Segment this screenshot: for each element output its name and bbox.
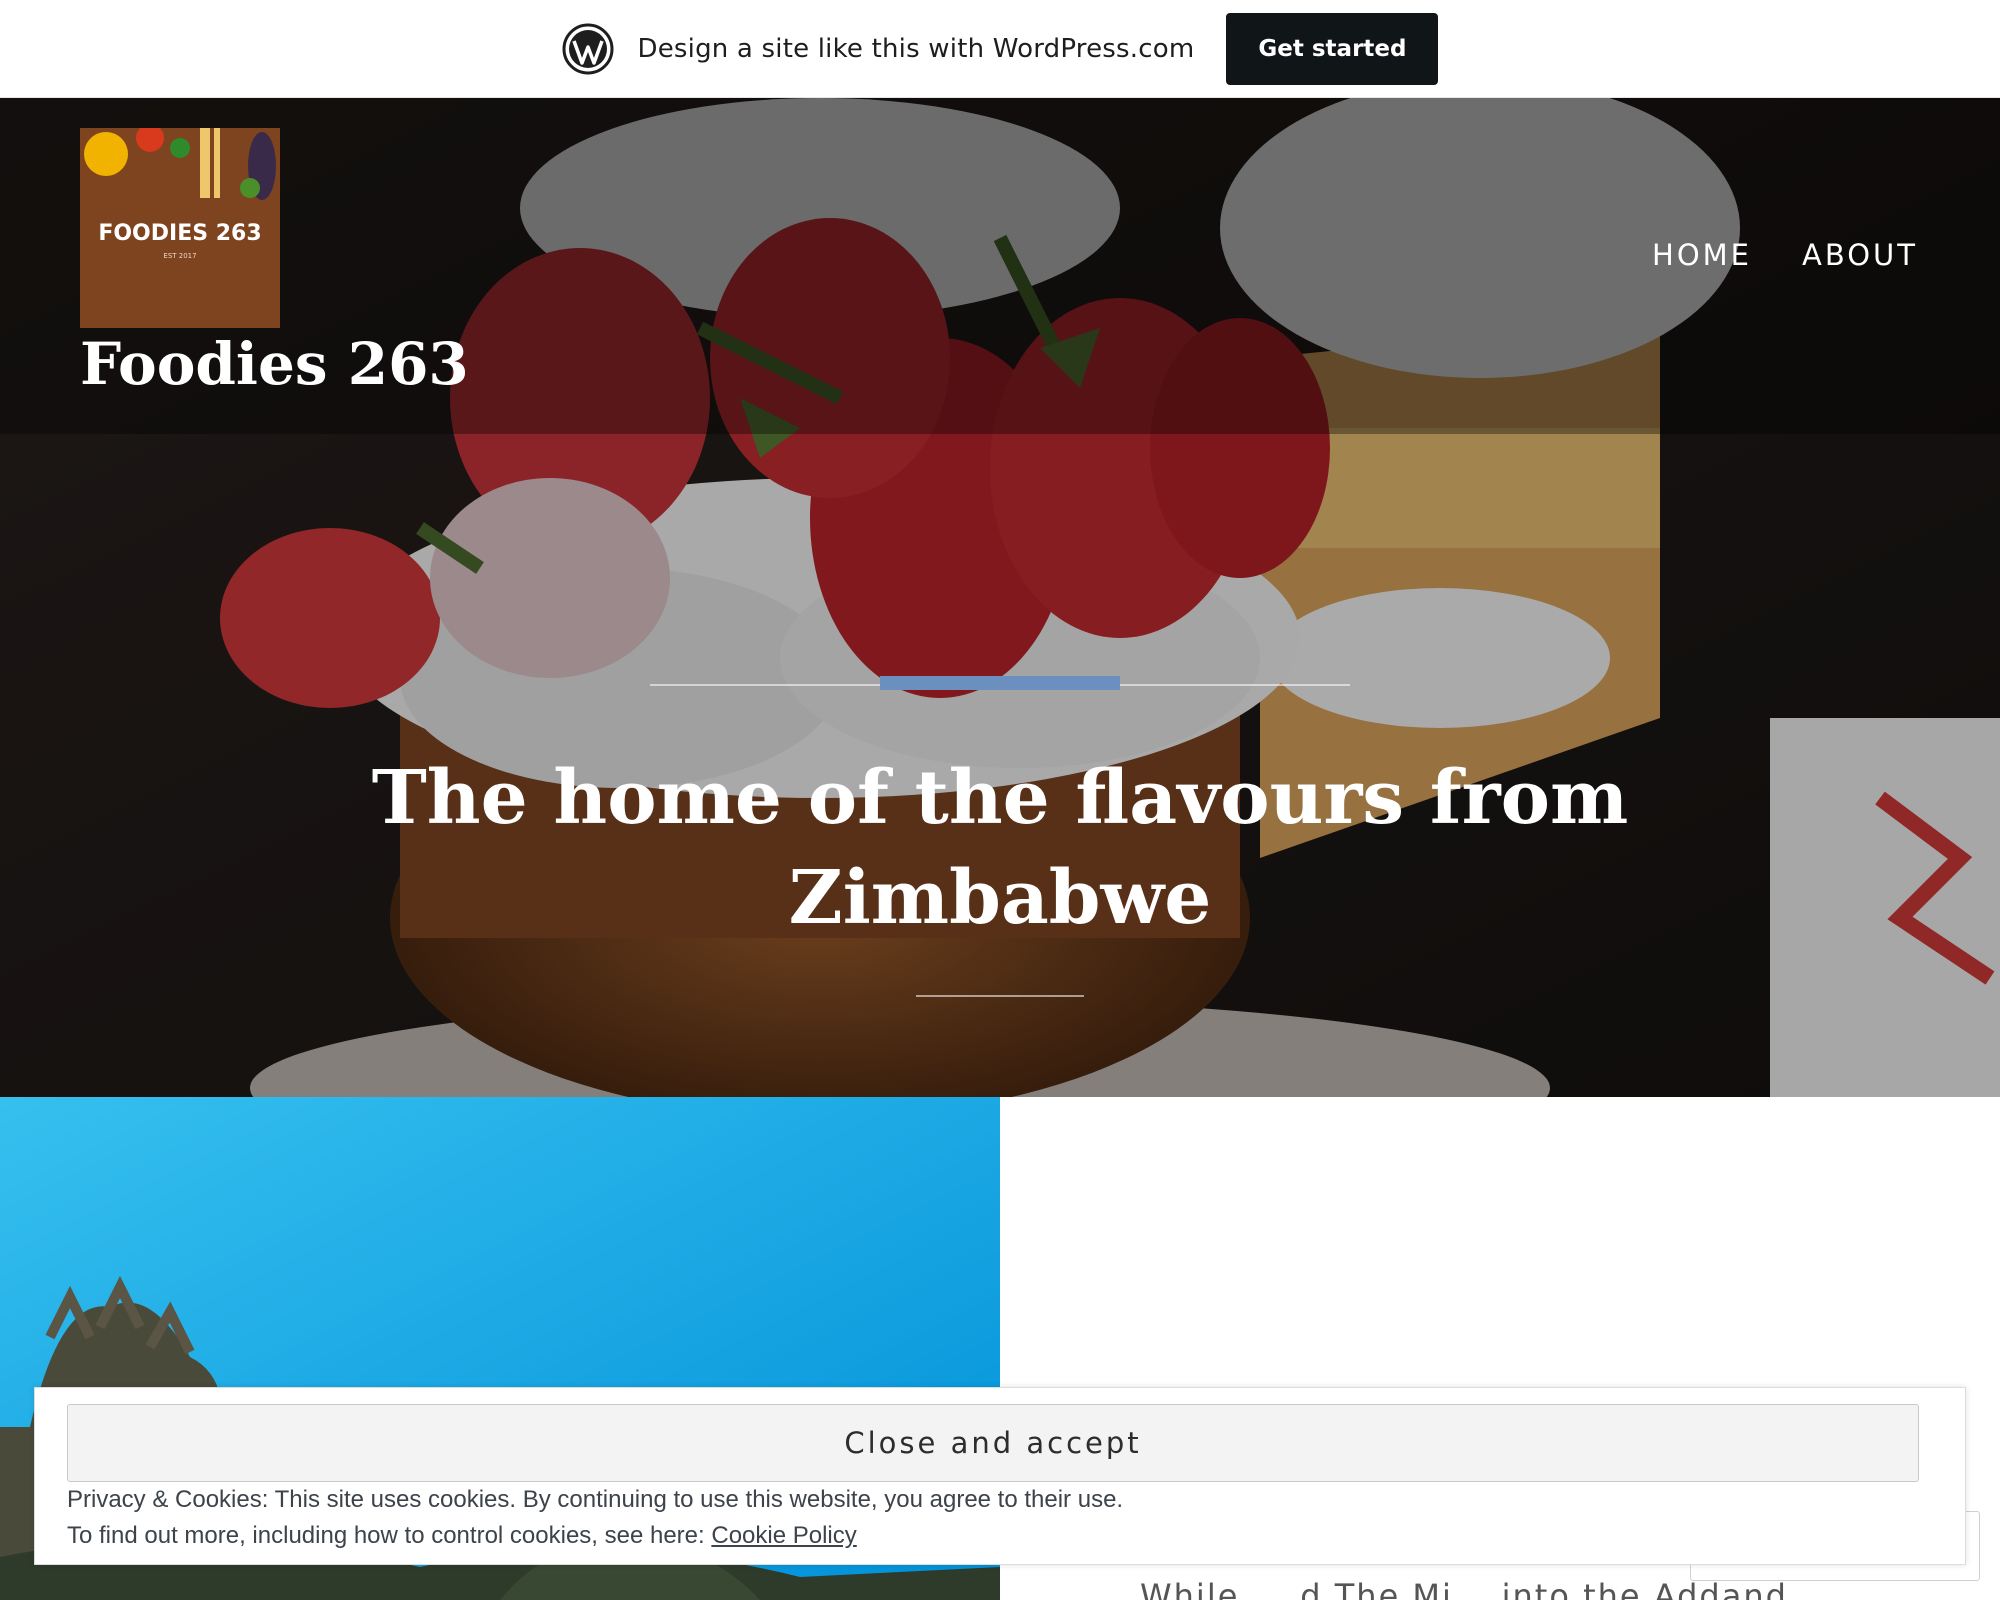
- site-title[interactable]: Foodies 263: [80, 330, 469, 398]
- tagline-divider-bottom: [916, 995, 1084, 997]
- logo-subtext: EST 2017: [163, 252, 196, 260]
- post-excerpt[interactable]: While ... d The Mi... into the Addand...: [1140, 1577, 1824, 1600]
- close-and-accept-button[interactable]: Close and accept: [67, 1404, 1919, 1482]
- main-navigation: HOME ABOUT: [1652, 238, 1918, 272]
- logo-text: FOODIES 263: [98, 221, 261, 246]
- tagline-accent-bar: [880, 676, 1120, 690]
- nav-item-home[interactable]: HOME: [1652, 238, 1752, 272]
- wordpress-promo-bar: Design a site like this with WordPress.c…: [0, 0, 2000, 98]
- nav-item-about[interactable]: ABOUT: [1802, 238, 1918, 272]
- cookie-banner: Close and accept Privacy & Cookies: This…: [34, 1387, 1966, 1565]
- cookie-notice-line-2-prefix: To find out more, including how to contr…: [67, 1522, 712, 1549]
- promo-text: Design a site like this with WordPress.c…: [637, 33, 1195, 64]
- cookie-notice-line-2: To find out more, including how to contr…: [67, 1518, 1123, 1554]
- wordpress-logo-icon[interactable]: [562, 23, 614, 75]
- cookie-policy-link[interactable]: Cookie Policy: [711, 1522, 856, 1549]
- hero-section: FOODIES 263 EST 2017 Foodies 263 HOME AB…: [0, 98, 2000, 1097]
- site-logo[interactable]: FOODIES 263 EST 2017: [80, 128, 280, 328]
- hero-tagline: The home of the flavours from Zimbabwe: [371, 755, 1629, 941]
- get-started-button[interactable]: Get started: [1226, 12, 1439, 85]
- cookie-notice-text: Privacy & Cookies: This site uses cookie…: [67, 1482, 1123, 1554]
- cookie-notice-line-1: Privacy & Cookies: This site uses cookie…: [67, 1486, 1124, 1513]
